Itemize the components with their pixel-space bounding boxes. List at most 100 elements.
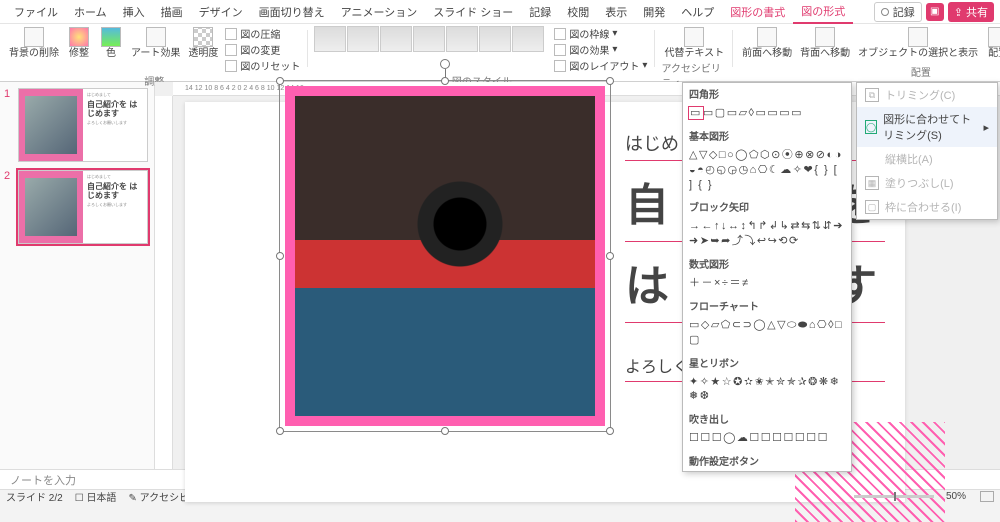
share-button[interactable]: ⇪ 共有	[948, 2, 994, 22]
thumbnail-pane[interactable]: 1 はじめまして自己紹介を はじめますよろしくお願いします 2 はじめまして自己…	[0, 82, 155, 469]
ribbon-group-adjust: 背景の削除 修整 色 アート効果 透明度 図の圧縮 図の変更 図のリセット 調整	[0, 24, 308, 81]
crop-fit-label: 枠に合わせる(I)	[885, 199, 961, 215]
menu-review[interactable]: 校閲	[559, 1, 597, 23]
crop-menu-crop-label: トリミング(C)	[885, 87, 955, 103]
shape-row-rect[interactable]: ▭▭▢▭▱◊▭▭▭▭	[683, 104, 851, 125]
alt-text-label: 代替テキスト	[664, 48, 724, 59]
shape-row-callouts[interactable]: ☐☐☐◯☁☐☐☐☐☐☐☐	[683, 429, 851, 450]
pic-border-button[interactable]: 図の枠線 ▾	[552, 26, 649, 41]
pic-layout-button[interactable]: 図のレイアウト ▾	[552, 58, 649, 73]
slide-thumb-2[interactable]: 2 はじめまして自己紹介を はじめますよろしくお願いします	[4, 170, 150, 244]
ruler-vertical	[155, 96, 173, 469]
resize-handle-w[interactable]	[276, 252, 284, 260]
picture-style-gallery[interactable]	[314, 26, 544, 52]
resize-handle-sw[interactable]	[276, 427, 284, 435]
fit-window-button[interactable]	[980, 491, 994, 502]
menu-shape-format[interactable]: 図形の書式	[722, 1, 793, 23]
record-icon	[881, 8, 889, 16]
change-pic-icon	[225, 44, 237, 56]
zoom-value[interactable]: 50%	[946, 491, 966, 502]
shape-cat-equation: 数式図形	[683, 253, 851, 274]
style-thumb[interactable]	[446, 26, 478, 52]
share-label: 共有	[966, 7, 988, 19]
menu-view[interactable]: 表示	[597, 1, 635, 23]
resize-handle-nw[interactable]	[276, 77, 284, 85]
thumb-preview: はじめまして自己紹介を はじめますよろしくお願いします	[18, 88, 148, 162]
zoom-slider[interactable]	[854, 495, 934, 498]
crop-fill-label: 塗りつぶし(L)	[885, 175, 954, 191]
record-button[interactable]: 記録	[874, 2, 922, 22]
shape-row-stars[interactable]: ✦✧★☆✪✫✬✭✮✯✰❂❋❄❅❆	[683, 373, 851, 409]
crop-to-shape-label: 図形に合わせてトリミング(S)	[883, 111, 977, 143]
menu-anim[interactable]: アニメーション	[333, 1, 426, 23]
transparency-icon	[193, 27, 213, 47]
menu-picture-format[interactable]: 図の形式	[793, 0, 853, 24]
style-thumb[interactable]	[479, 26, 511, 52]
crop-menu-fill[interactable]: ▦塗りつぶし(L)	[857, 171, 997, 195]
change-pic-button[interactable]: 図の変更	[223, 42, 302, 57]
style-thumb[interactable]	[314, 26, 346, 52]
resize-handle-se[interactable]	[606, 427, 614, 435]
menu-record[interactable]: 記録	[521, 1, 559, 23]
shape-gallery-popup[interactable]: 四角形 ▭▭▢▭▱◊▭▭▭▭ 基本図形 △▽◇□○◯⬠⬡⊙⦿⊕⊗⊘◐◑◒◓◴◵◶…	[682, 82, 852, 472]
alt-text-button[interactable]: 代替テキスト	[661, 26, 727, 60]
effects-icon	[554, 44, 566, 56]
bring-forward-button[interactable]: 前面へ移動	[739, 26, 795, 60]
resize-handle-s[interactable]	[441, 427, 449, 435]
thumb-number: 1	[4, 88, 14, 162]
resize-handle-n[interactable]	[441, 77, 449, 85]
color-button[interactable]: 色	[96, 26, 126, 60]
menu-transition[interactable]: 画面切り替え	[251, 1, 333, 23]
crop-menu-crop[interactable]: ⧉ トリミング(C)	[857, 83, 997, 107]
pic-effects-button[interactable]: 図の効果 ▾	[552, 42, 649, 57]
shape-row-arrows[interactable]: →←↑↓↔↕↰↱↲↳⇄⇆⇅⇵➔➜➤➥➦⤴⤵↩↪⟲⟳	[683, 217, 851, 253]
shape-cat-arrows: ブロック矢印	[683, 196, 851, 217]
transparency-button[interactable]: 透明度	[185, 26, 221, 60]
align-button[interactable]: 配置	[983, 26, 1000, 60]
selection-box[interactable]	[279, 80, 611, 432]
border-icon	[554, 28, 566, 40]
shape-row-equation[interactable]: ＋－×÷＝≠	[683, 274, 851, 295]
menu-file[interactable]: ファイル	[6, 1, 66, 23]
compress-button[interactable]: 図の圧縮	[223, 26, 302, 41]
menu-home[interactable]: ホーム	[66, 1, 115, 23]
status-lang[interactable]: ☐ 日本語	[75, 489, 117, 504]
slide-thumb-1[interactable]: 1 はじめまして自己紹介を はじめますよろしくお願いします	[4, 88, 150, 162]
menu-dev[interactable]: 開発	[635, 1, 673, 23]
resize-handle-e[interactable]	[606, 252, 614, 260]
resize-handle-ne[interactable]	[606, 77, 614, 85]
crop-menu-to-shape[interactable]: ◯図形に合わせてトリミング(S)▸	[857, 107, 997, 147]
reset-pic-button[interactable]: 図のリセット	[223, 58, 302, 73]
style-thumb[interactable]	[512, 26, 544, 52]
shape-cat-action: 動作設定ボタン	[683, 450, 851, 471]
record-label: 記録	[893, 4, 915, 20]
layout-label: 図のレイアウト	[569, 58, 639, 73]
presenter-button[interactable]: ▣	[926, 3, 944, 21]
menu-slideshow[interactable]: スライド ショー	[425, 1, 521, 23]
corrections-button[interactable]: 修整	[64, 26, 94, 60]
selection-pane-button[interactable]: オブジェクトの選択と表示	[855, 26, 981, 60]
ribbon-group-arrange: 前面へ移動 背面へ移動 オブジェクトの選択と表示 配置 グループ化 回転 配置	[733, 24, 1000, 81]
crop-menu[interactable]: ⧉ トリミング(C) ◯図形に合わせてトリミング(S)▸ 縦横比(A) ▦塗りつぶ…	[856, 82, 998, 220]
style-thumb[interactable]	[347, 26, 379, 52]
remove-bg-button[interactable]: 背景の削除	[6, 26, 62, 60]
rotate-handle[interactable]	[440, 59, 450, 69]
shape-row-flowchart[interactable]: ▭◇▱⬠⊂⊃◯△▽⬭⬬⌂⎔◊□▢	[683, 316, 851, 352]
menu-help[interactable]: ヘルプ	[673, 1, 722, 23]
ribbon-group-acc: 代替テキスト アクセシビリティ	[655, 24, 733, 81]
art-label: アート効果	[131, 48, 180, 59]
crop-menu-fit[interactable]: ▢ 枠に合わせる(I)	[857, 195, 997, 219]
art-effects-button[interactable]: アート効果	[128, 26, 183, 60]
style-thumb[interactable]	[413, 26, 445, 52]
shape-row-basic[interactable]: △▽◇□○◯⬠⬡⊙⦿⊕⊗⊘◐◑◒◓◴◵◶◷⌂⎔☾☁✧❤{ } [ ] { }	[683, 146, 851, 197]
change-pic-label: 図の変更	[240, 42, 280, 57]
adjust-small: 図の圧縮 図の変更 図のリセット	[223, 26, 302, 73]
style-thumb[interactable]	[380, 26, 412, 52]
fit-icon: ▢	[865, 200, 879, 214]
menu-draw[interactable]: 描画	[153, 1, 191, 23]
menu-insert[interactable]: 挿入	[115, 1, 153, 23]
crop-menu-aspect[interactable]: 縦横比(A)	[857, 147, 997, 171]
menu-design[interactable]: デザイン	[191, 1, 251, 23]
crop-icon: ⧉	[865, 88, 879, 102]
send-backward-button[interactable]: 背面へ移動	[797, 26, 853, 60]
